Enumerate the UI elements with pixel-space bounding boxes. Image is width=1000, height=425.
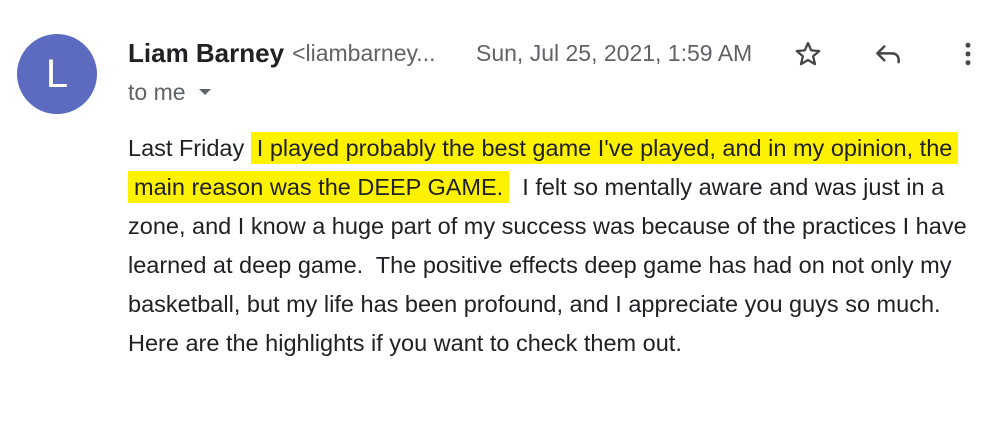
more-options-button[interactable] — [950, 36, 986, 72]
avatar-letter: L — [45, 51, 69, 96]
sender-email[interactable]: <liambarney... — [292, 40, 435, 67]
avatar[interactable]: L — [17, 34, 97, 114]
recipient-label: to me — [128, 78, 186, 105]
recipient-details-toggle[interactable]: to me — [128, 77, 212, 107]
email-date: Sun, Jul 25, 2021, 1:59 AM — [476, 39, 753, 66]
star-button[interactable] — [790, 36, 826, 72]
body-lead-text: Last Friday — [128, 135, 245, 161]
dropdown-arrow-icon — [198, 87, 212, 97]
star-icon — [795, 41, 821, 66]
reply-button[interactable] — [870, 36, 906, 72]
sender-name[interactable]: Liam Barney — [128, 38, 284, 69]
email-body: Last Friday I played probably the best g… — [128, 129, 978, 363]
reply-icon — [876, 45, 900, 64]
more-vert-icon — [965, 42, 971, 66]
sender-header: Liam Barney <liambarney... — [128, 36, 435, 70]
